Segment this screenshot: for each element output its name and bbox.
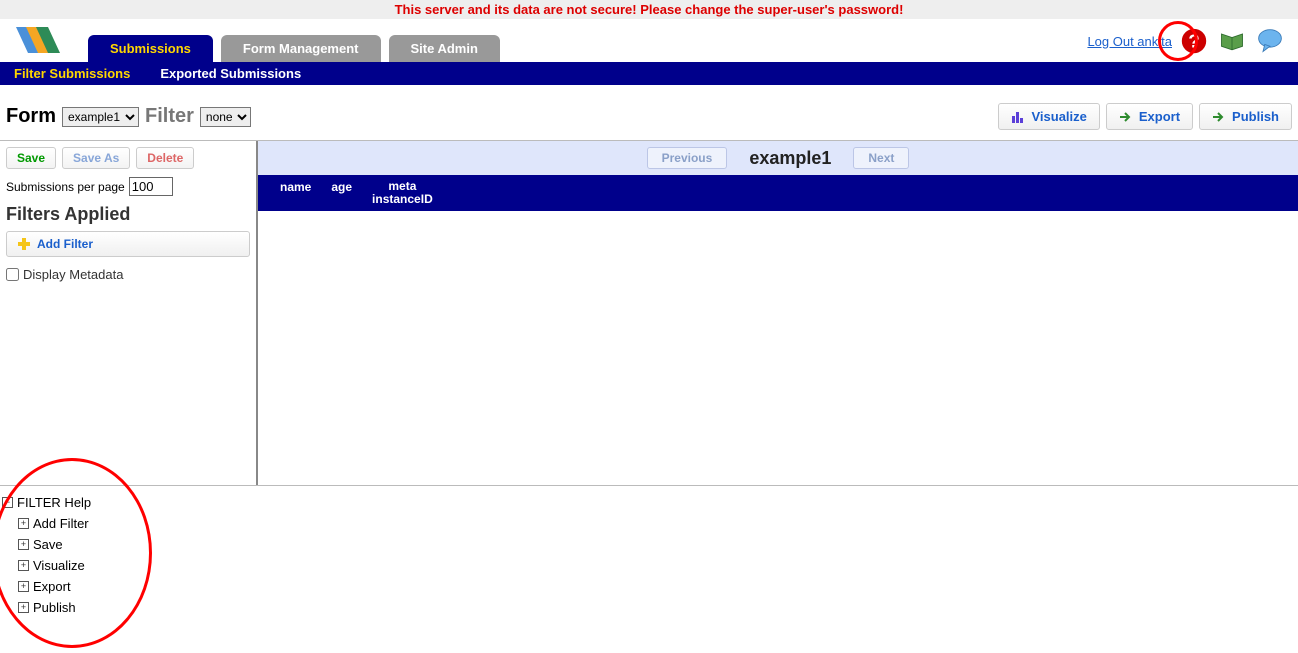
help-icon[interactable]: ?: [1178, 25, 1210, 57]
subnav-filter-submissions[interactable]: Filter Submissions: [14, 66, 130, 81]
arrow-right-icon: [1212, 110, 1226, 124]
next-button[interactable]: Next: [853, 147, 909, 169]
subnav-exported-submissions[interactable]: Exported Submissions: [160, 66, 301, 81]
submissions-per-page: Submissions per page: [6, 177, 250, 196]
delete-button[interactable]: Delete: [136, 147, 194, 169]
action-buttons: Visualize Export Publish: [998, 103, 1292, 130]
display-metadata-checkbox[interactable]: Display Metadata: [6, 267, 250, 282]
help-item-export[interactable]: +Export: [18, 576, 1296, 597]
header: Submissions Form Management Site Admin L…: [0, 19, 1298, 62]
help-panel: − FILTER Help +Add Filter +Save +Visuali…: [0, 485, 1298, 624]
filter-label: Filter: [145, 105, 194, 128]
export-label: Export: [1139, 109, 1180, 124]
plus-box-icon: +: [18, 518, 29, 529]
book-icon[interactable]: [1216, 25, 1248, 57]
table-header: name age metainstanceID: [258, 175, 1298, 211]
odk-logo: [8, 23, 68, 58]
main-tabs: Submissions Form Management Site Admin: [88, 19, 500, 62]
data-panel: Previous example1 Next name age metainst…: [258, 141, 1298, 485]
help-item-publish[interactable]: +Publish: [18, 597, 1296, 618]
help-item-visualize[interactable]: +Visualize: [18, 555, 1296, 576]
visualize-label: Visualize: [1031, 109, 1086, 124]
help-root[interactable]: − FILTER Help: [2, 492, 1296, 513]
side-panel: Save Save As Delete Submissions per page…: [0, 141, 258, 485]
plus-box-icon: +: [18, 602, 29, 613]
save-as-button[interactable]: Save As: [62, 147, 130, 169]
tab-form-management[interactable]: Form Management: [221, 35, 381, 62]
publish-button[interactable]: Publish: [1199, 103, 1292, 130]
save-button[interactable]: Save: [6, 147, 56, 169]
logout-link[interactable]: Log Out ankita: [1087, 34, 1172, 49]
export-button[interactable]: Export: [1106, 103, 1193, 130]
bar-chart-icon: [1011, 110, 1025, 124]
submissions-per-page-input[interactable]: [129, 177, 173, 196]
tab-submissions[interactable]: Submissions: [88, 35, 213, 62]
help-root-label: FILTER Help: [17, 495, 91, 510]
add-filter-label: Add Filter: [37, 237, 93, 251]
chat-icon[interactable]: [1254, 25, 1286, 57]
display-metadata-input[interactable]: [6, 268, 19, 281]
form-select[interactable]: example1: [62, 107, 139, 127]
previous-button[interactable]: Previous: [647, 147, 728, 169]
help-item-save[interactable]: +Save: [18, 534, 1296, 555]
help-item-add-filter[interactable]: +Add Filter: [18, 513, 1296, 534]
publish-label: Publish: [1232, 109, 1279, 124]
visualize-button[interactable]: Visualize: [998, 103, 1099, 130]
arrow-right-icon: [1119, 110, 1133, 124]
filter-button-row: Save Save As Delete: [6, 147, 250, 169]
submissions-per-page-label: Submissions per page: [6, 180, 125, 194]
plus-box-icon: +: [18, 560, 29, 571]
col-age: age: [321, 178, 362, 208]
filter-bar: Form example1 Filter none Visualize Expo…: [0, 85, 1298, 140]
display-metadata-label: Display Metadata: [23, 267, 123, 282]
col-meta-instanceid: metainstanceID: [362, 178, 443, 208]
filter-select[interactable]: none: [200, 107, 251, 127]
form-label: Form: [6, 105, 56, 128]
plus-box-icon: +: [18, 581, 29, 592]
security-warning-banner: This server and its data are not secure!…: [0, 0, 1298, 19]
svg-text:?: ?: [1188, 31, 1199, 52]
col-name: name: [270, 178, 321, 208]
add-filter-button[interactable]: Add Filter: [6, 231, 250, 257]
plus-box-icon: +: [18, 539, 29, 550]
pager-bar: Previous example1 Next: [258, 141, 1298, 175]
main-area: Save Save As Delete Submissions per page…: [0, 140, 1298, 485]
filters-applied-heading: Filters Applied: [6, 204, 250, 225]
minus-box-icon: −: [2, 497, 13, 508]
tab-site-admin[interactable]: Site Admin: [389, 35, 500, 62]
table-title: example1: [749, 148, 831, 169]
plus-icon: [17, 237, 31, 251]
sub-nav: Filter Submissions Exported Submissions: [0, 62, 1298, 85]
header-right: Log Out ankita ?: [1087, 25, 1286, 57]
